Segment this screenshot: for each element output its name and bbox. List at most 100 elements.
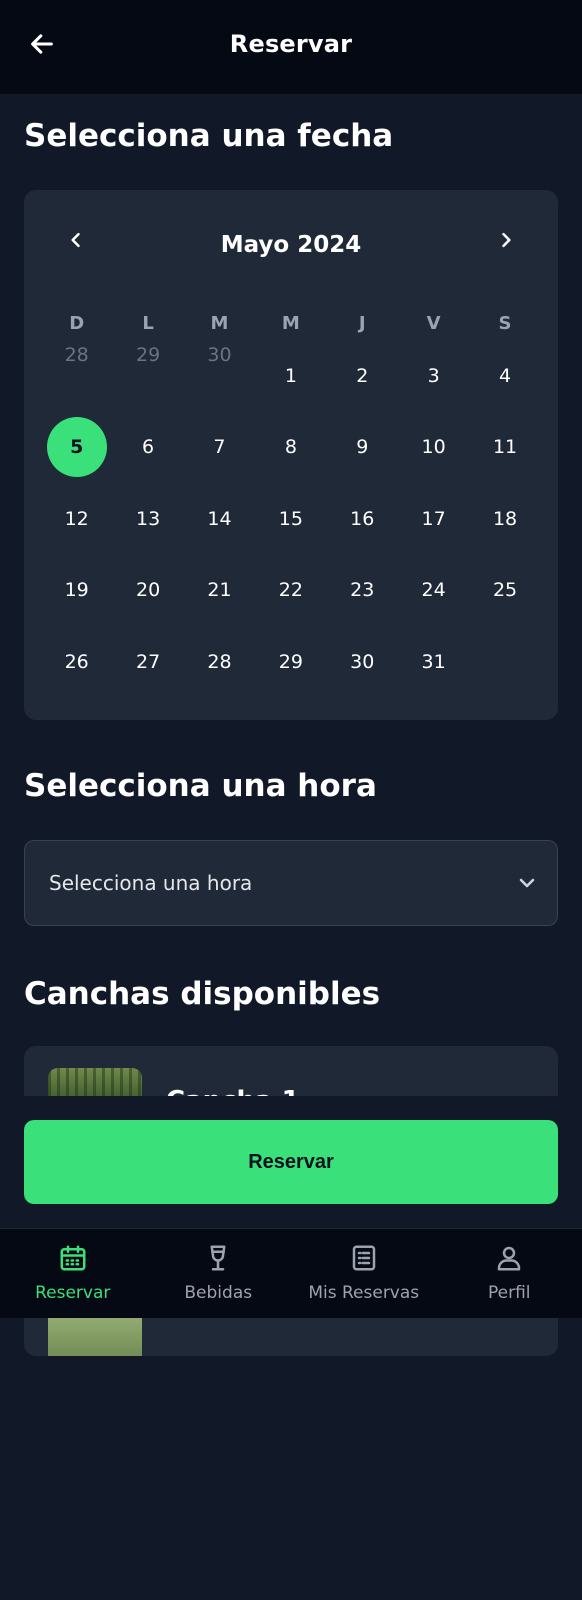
calendar-day[interactable]: 3	[398, 340, 469, 412]
calendar: Mayo 2024 D L M M J V S 28 29 30 1 2 3 4 5 6 7 8 9 1…	[24, 190, 558, 720]
time-section-title: Selecciona una hora	[24, 768, 377, 804]
top-app-bar: Reservar	[0, 0, 582, 94]
calendar-day[interactable]: 6	[112, 412, 183, 484]
calendar-day[interactable]: 15	[255, 483, 326, 555]
reserve-screen: Reservar Selecciona una fecha Mayo 2024 …	[0, 0, 582, 1600]
weekday-label: L	[142, 313, 154, 334]
time-select[interactable]: Selecciona una hora	[24, 840, 558, 926]
calendar-day-number: 18	[492, 507, 518, 530]
weekday-label: S	[498, 313, 512, 334]
calendar-day[interactable]: 23	[327, 555, 398, 627]
tab-mis-reservas[interactable]: Mis Reservas	[291, 1229, 437, 1318]
calendar-day[interactable]: 1	[255, 340, 326, 412]
calendar-day-number: 19	[64, 579, 89, 602]
calendar-days-grid: 28 29 30 1 2 3 4 5 6 7 8 9 10 11 12 13 14 15 16 17 18 19 20 21 2…	[41, 340, 541, 698]
calendar-day-number: 9	[356, 436, 369, 459]
calendar-day-number: 6	[142, 436, 155, 459]
bottom-tab-bar: Reservar Bebidas Mis Reservas Perfil	[0, 1228, 582, 1318]
calendar-day-number: 31	[421, 650, 446, 673]
calendar-day-number: 22	[278, 579, 303, 602]
calendar-day[interactable]: 22	[255, 555, 326, 627]
date-section-title: Selecciona una fecha	[24, 118, 394, 154]
calendar-day[interactable]: 11	[469, 412, 540, 484]
calendar-day-number: 4	[498, 364, 512, 387]
calendar-day-number: 28	[64, 344, 89, 366]
tab-label: Bebidas	[184, 1283, 253, 1303]
list-icon	[352, 1245, 375, 1271]
calendar-day[interactable]: 14	[184, 483, 255, 555]
calendar-day-number: 2	[356, 364, 369, 387]
chevron-down-icon	[519, 878, 535, 888]
chevron-right-icon	[502, 232, 511, 248]
calendar-month-label: Mayo 2024	[220, 232, 362, 258]
calendar-day[interactable]: 28	[41, 340, 112, 412]
reserve-button[interactable]: Reservar	[24, 1120, 558, 1204]
calendar-day[interactable]: 30	[184, 340, 255, 412]
tab-bebidas[interactable]: Bebidas	[146, 1229, 292, 1318]
calendar-day[interactable]: 20	[112, 555, 183, 627]
calendar-day[interactable]: 27	[112, 626, 183, 698]
calendar-day-number: 3	[427, 364, 440, 387]
calendar-day-number: 8	[284, 436, 297, 459]
calendar-day[interactable]: 9	[327, 412, 398, 484]
next-month-button[interactable]	[486, 220, 526, 260]
calendar-day[interactable]: 7	[184, 412, 255, 484]
calendar-day-number: 23	[350, 579, 375, 602]
calendar-day-number: 15	[278, 507, 303, 530]
calendar-day-number: 12	[64, 507, 89, 530]
calendar-day-number: 27	[135, 650, 161, 673]
calendar-day-number: 20	[135, 579, 161, 602]
tab-perfil[interactable]: Perfil	[437, 1229, 582, 1318]
calendar-day[interactable]: 13	[112, 483, 183, 555]
calendar-day[interactable]: 25	[469, 555, 540, 627]
calendar-day-number: 30	[350, 650, 375, 673]
calendar-day[interactable]: 17	[398, 483, 469, 555]
calendar-day[interactable]: 16	[327, 483, 398, 555]
wine-glass-icon	[210, 1245, 226, 1271]
user-icon	[498, 1246, 521, 1271]
calendar-day[interactable]: 10	[398, 412, 469, 484]
weekday-label: M	[281, 313, 300, 334]
calendar-day-number: 29	[278, 650, 303, 673]
tab-reservar[interactable]: Reservar	[0, 1229, 146, 1318]
calendar-day[interactable]: 26	[41, 626, 112, 698]
calendar-day[interactable]: 29	[255, 626, 326, 698]
calendar-day[interactable]: 31	[398, 626, 469, 698]
calendar-day[interactable]: 21	[184, 555, 255, 627]
calendar-day[interactable]: 19	[41, 555, 112, 627]
calendar-day[interactable]: 18	[469, 483, 540, 555]
calendar-day[interactable]: 30	[327, 626, 398, 698]
calendar-day[interactable]: 2	[327, 340, 398, 412]
time-select-value: Selecciona una hora	[49, 871, 253, 895]
weekday-label: M	[210, 313, 229, 334]
calendar-day-number: 11	[492, 436, 518, 459]
page-title: Reservar	[229, 30, 353, 58]
calendar-day-number: 25	[492, 579, 518, 602]
calendar-day-number: 1	[284, 364, 297, 387]
calendar-day-number: 5	[46, 417, 107, 478]
weekday-label: J	[358, 313, 366, 334]
calendar-day-number: 28	[207, 650, 232, 673]
calendar-day-number: 29	[135, 344, 161, 366]
calendar-day[interactable]: 28	[184, 626, 255, 698]
weekday-header: D L M M J V S	[41, 313, 541, 334]
calendar-day-number: 24	[421, 579, 446, 602]
calendar-day[interactable]: 4	[469, 340, 540, 412]
calendar-day-number: 26	[64, 650, 89, 673]
tab-label: Reservar	[35, 1283, 111, 1303]
calendar-day-number: 30	[207, 344, 232, 366]
calendar-day[interactable]: 12	[41, 483, 112, 555]
courts-section-title: Canchas disponibles	[24, 976, 381, 1012]
calendar-day[interactable]: 29	[112, 340, 183, 412]
calendar-day[interactable]: 8	[255, 412, 326, 484]
calendar-day[interactable]: 24	[398, 555, 469, 627]
tab-label: Perfil	[487, 1283, 531, 1303]
calendar-day-selected[interactable]: 5	[41, 412, 112, 484]
calendar-day-number: 13	[135, 507, 161, 530]
calendar-day-number: 7	[213, 436, 226, 459]
calendar-icon	[60, 1245, 86, 1271]
tab-label: Mis Reservas	[308, 1283, 420, 1303]
calendar-day-number: 14	[207, 507, 232, 530]
weekday-label: V	[426, 313, 441, 334]
calendar-day-number: 16	[350, 507, 375, 530]
